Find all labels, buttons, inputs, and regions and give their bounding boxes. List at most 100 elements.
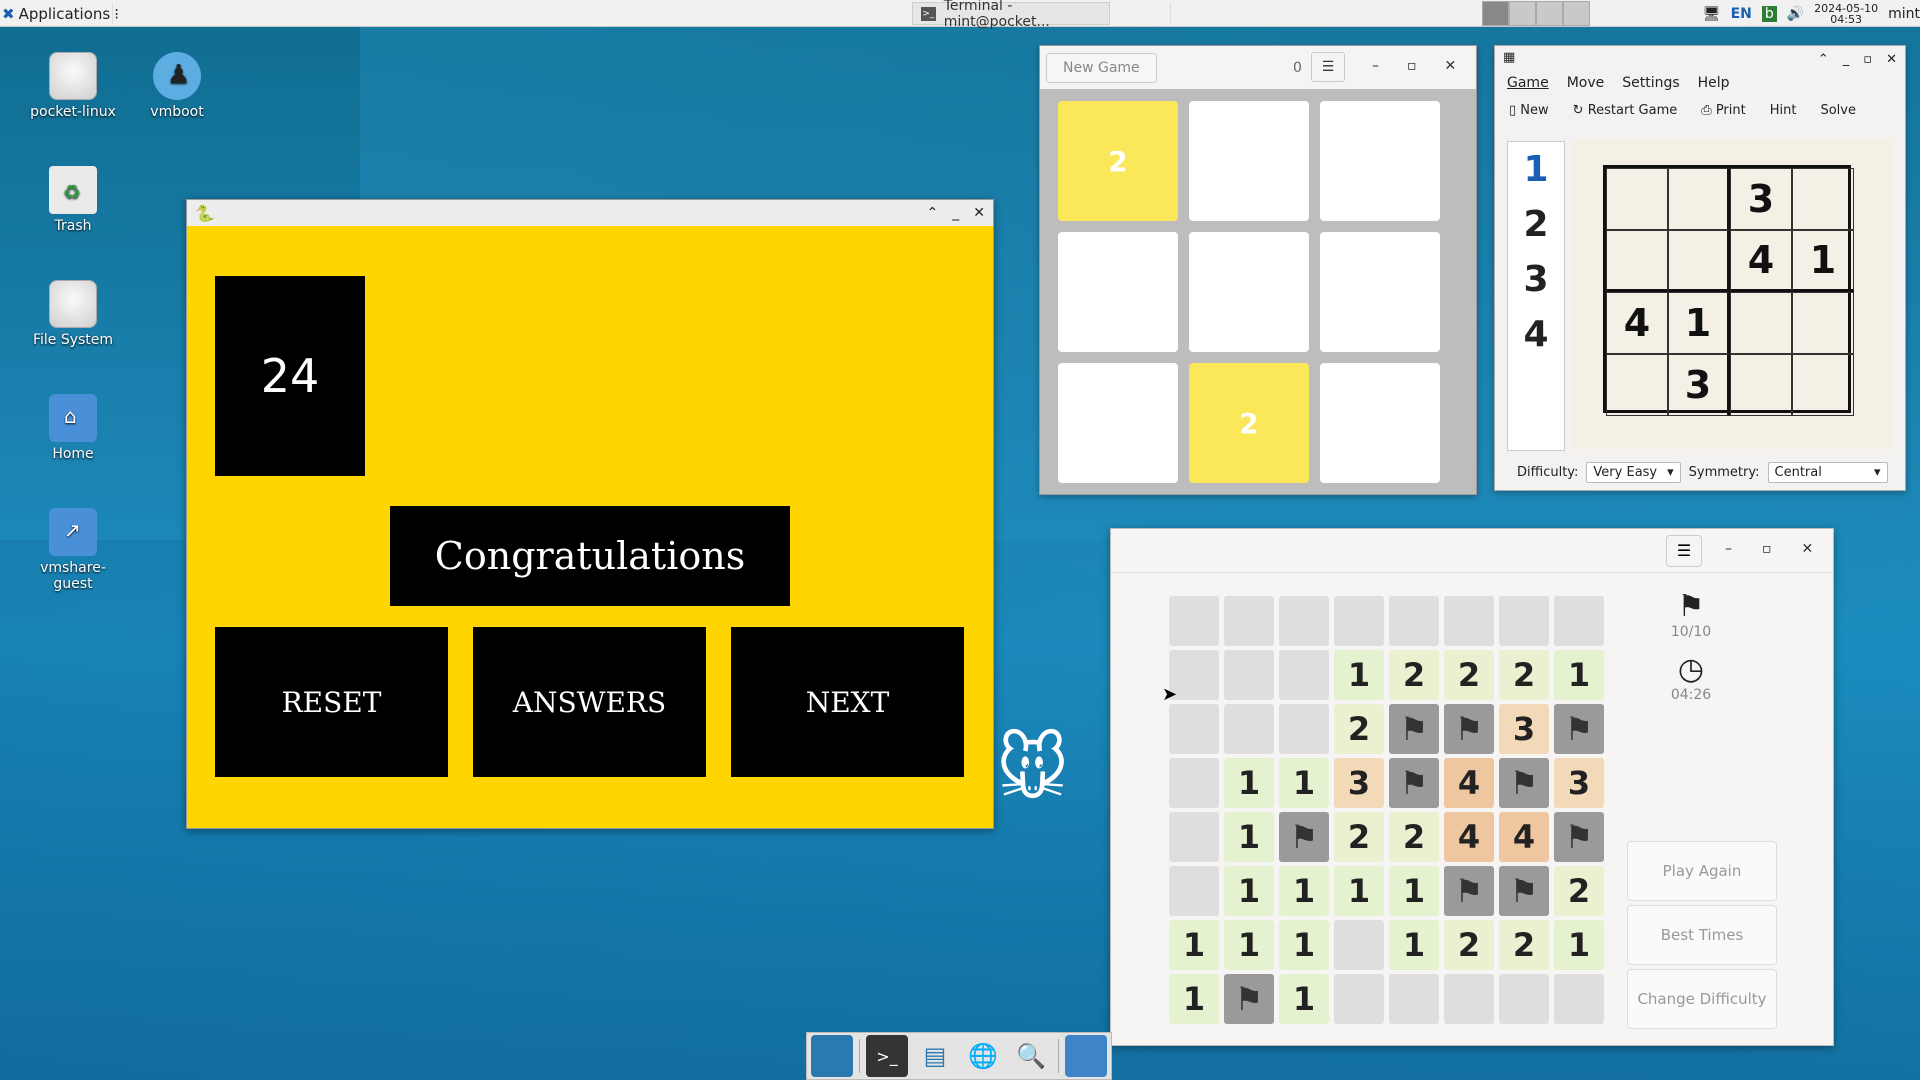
workspace-4[interactable]: [1563, 1, 1590, 26]
covered-cell[interactable]: [1279, 704, 1329, 754]
covered-cell[interactable]: [1224, 650, 1274, 700]
flagged-cell[interactable]: ⚑: [1499, 866, 1549, 916]
workspace-2[interactable]: [1509, 1, 1536, 26]
play-again-button[interactable]: Play Again: [1627, 841, 1777, 901]
minefield[interactable]: 1 2 2 2 1 2 ⚑ ⚑ 3 ⚑ 1 1 3 ⚑ 4 ⚑ 3 1 ⚑ 2 2 4 4 ⚑ 1 1 1 1 ⚑ ⚑ 2 1 1 1 1 2 2 1 1 ⚑…: [1169, 596, 1604, 1024]
number-cell[interactable]: 2: [1389, 650, 1439, 700]
sudoku-cell[interactable]: 1: [1668, 292, 1730, 354]
sudoku-cell[interactable]: 4: [1606, 292, 1668, 354]
print-button[interactable]: ⎙ Print: [1701, 103, 1745, 118]
number-cell[interactable]: 1: [1279, 974, 1329, 1024]
volume-icon[interactable]: 🔊: [1787, 6, 1804, 22]
sudoku-cell[interactable]: 3: [1668, 354, 1730, 416]
workspace-3[interactable]: [1536, 1, 1563, 26]
workspace-1[interactable]: [1482, 1, 1509, 26]
sudoku-grid[interactable]: 341413: [1603, 165, 1854, 416]
number-cell[interactable]: 1: [1224, 812, 1274, 862]
flagged-cell[interactable]: ⚑: [1444, 866, 1494, 916]
minimize-icon[interactable]: –: [1372, 58, 1379, 74]
number-cell[interactable]: 2: [1554, 866, 1604, 916]
covered-cell[interactable]: [1169, 866, 1219, 916]
number-palette[interactable]: 1 2 3 4: [1507, 141, 1565, 451]
web-browser-icon[interactable]: 🌐: [962, 1035, 1004, 1077]
terminal-icon[interactable]: >_: [866, 1035, 908, 1077]
covered-cell[interactable]: [1389, 596, 1439, 646]
hamburger-menu-icon[interactable]: ☰: [1311, 52, 1345, 82]
sudoku-cell[interactable]: [1606, 230, 1668, 292]
palette-number[interactable]: 1: [1508, 142, 1564, 197]
number-cell[interactable]: 1: [1334, 650, 1384, 700]
covered-cell[interactable]: [1169, 596, 1219, 646]
window-titlebar[interactable]: 🐍 ⌃ _ ✕: [187, 200, 993, 226]
menu-move[interactable]: Move: [1567, 75, 1605, 91]
flagged-cell[interactable]: ⚑: [1389, 758, 1439, 808]
number-cell[interactable]: 4: [1444, 758, 1494, 808]
number-cell[interactable]: 1: [1224, 920, 1274, 970]
change-difficulty-button[interactable]: Change Difficulty: [1627, 969, 1777, 1029]
restore-icon[interactable]: ▫: [1863, 52, 1872, 67]
maximize-icon[interactable]: ⌃: [927, 205, 939, 221]
maximize-icon[interactable]: ▫: [1407, 58, 1417, 74]
sudoku-cell[interactable]: 1: [1792, 230, 1854, 292]
flagged-cell[interactable]: ⚑: [1554, 812, 1604, 862]
covered-cell[interactable]: [1499, 596, 1549, 646]
number-cell[interactable]: 4: [1444, 812, 1494, 862]
covered-cell[interactable]: [1169, 704, 1219, 754]
covered-cell[interactable]: [1554, 974, 1604, 1024]
minimize-icon[interactable]: _: [952, 205, 959, 221]
new-button[interactable]: ▯ New: [1509, 103, 1549, 118]
palette-number[interactable]: 4: [1508, 307, 1564, 362]
covered-cell[interactable]: [1499, 974, 1549, 1024]
palette-number[interactable]: 3: [1508, 252, 1564, 307]
number-cell[interactable]: 3: [1334, 758, 1384, 808]
flagged-cell[interactable]: ⚑: [1444, 704, 1494, 754]
number-cell[interactable]: 3: [1554, 758, 1604, 808]
hamburger-menu-icon[interactable]: ☰: [1666, 535, 1702, 567]
covered-cell[interactable]: [1389, 974, 1439, 1024]
flagged-cell[interactable]: ⚑: [1389, 704, 1439, 754]
sudoku-cell[interactable]: 3: [1730, 168, 1792, 230]
number-cell[interactable]: 1: [1169, 920, 1219, 970]
close-icon[interactable]: ✕: [973, 205, 985, 221]
number-cell[interactable]: 1: [1554, 650, 1604, 700]
close-icon[interactable]: ✕: [1445, 58, 1457, 74]
number-cell[interactable]: 1: [1279, 758, 1329, 808]
close-icon[interactable]: ✕: [1802, 541, 1814, 557]
covered-cell[interactable]: [1169, 812, 1219, 862]
number-cell[interactable]: 2: [1499, 920, 1549, 970]
answers-button[interactable]: ANSWERS: [473, 627, 706, 777]
flagged-cell[interactable]: ⚑: [1224, 974, 1274, 1024]
difficulty-select[interactable]: Very Easy ▾: [1586, 462, 1681, 483]
next-button[interactable]: NEXT: [731, 627, 964, 777]
user-name[interactable]: mint: [1888, 6, 1920, 22]
desktop-icon-vmboot[interactable]: vmboot: [127, 52, 227, 120]
sudoku-cell[interactable]: [1792, 292, 1854, 354]
sudoku-cell[interactable]: [1668, 168, 1730, 230]
sudoku-cell[interactable]: [1606, 168, 1668, 230]
palette-number[interactable]: 2: [1508, 197, 1564, 252]
close-icon[interactable]: ✕: [1886, 52, 1897, 67]
hint-button[interactable]: Hint: [1770, 103, 1797, 118]
keyboard-layout[interactable]: EN: [1731, 6, 1752, 22]
maximize-icon[interactable]: ▫: [1762, 541, 1772, 557]
search-icon[interactable]: 🔍: [1010, 1035, 1052, 1077]
clock[interactable]: 2024-05-10 04:53: [1814, 3, 1878, 25]
sudoku-cell[interactable]: [1792, 168, 1854, 230]
number-cell[interactable]: 1: [1224, 758, 1274, 808]
updates-icon[interactable]: b: [1761, 5, 1777, 22]
minimize-icon[interactable]: –: [1725, 541, 1732, 557]
sudoku-cell[interactable]: [1730, 292, 1792, 354]
covered-cell[interactable]: [1554, 596, 1604, 646]
covered-cell[interactable]: [1444, 596, 1494, 646]
covered-cell[interactable]: [1334, 974, 1384, 1024]
best-times-button[interactable]: Best Times: [1627, 905, 1777, 965]
taskbar-item-terminal[interactable]: >_ Terminal - mint@pocket...: [912, 0, 1110, 30]
covered-cell[interactable]: [1334, 920, 1384, 970]
desktop-icon-home[interactable]: Home: [23, 394, 123, 462]
number-cell[interactable]: 2: [1334, 704, 1384, 754]
show-desktop-icon[interactable]: [811, 1035, 853, 1077]
minimize-icon[interactable]: _: [1843, 52, 1850, 67]
covered-cell[interactable]: [1279, 650, 1329, 700]
number-cell[interactable]: 2: [1499, 650, 1549, 700]
network-icon[interactable]: 🖥: [1703, 6, 1721, 22]
